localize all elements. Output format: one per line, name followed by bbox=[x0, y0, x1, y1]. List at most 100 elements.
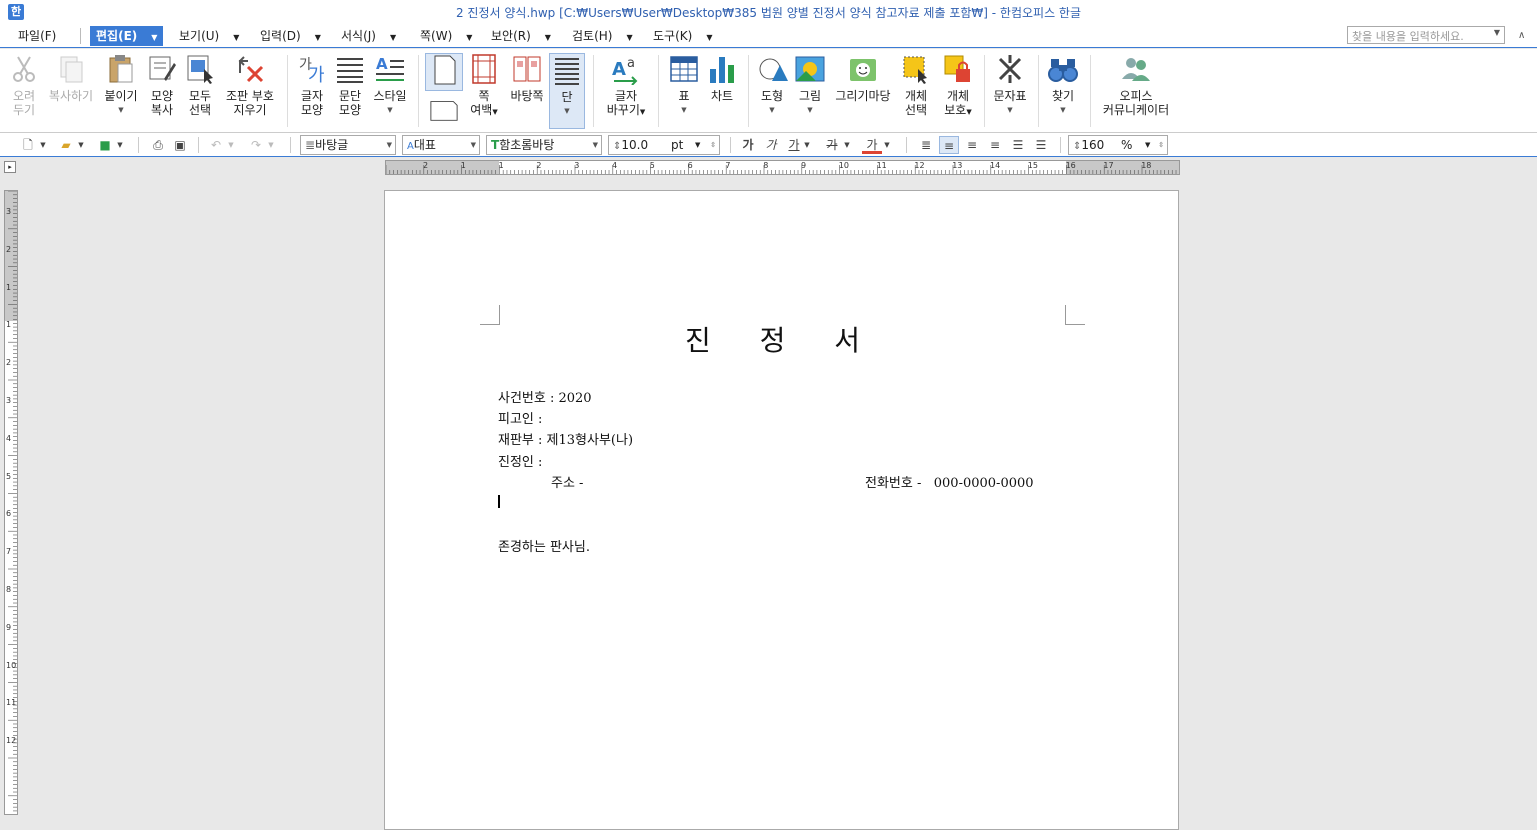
chevron-down-icon[interactable]: ▼ bbox=[101, 103, 141, 117]
align-center-icon[interactable]: ≡ bbox=[962, 136, 982, 154]
draw-yard-button[interactable]: 그리기마당 bbox=[832, 53, 894, 129]
new-document-icon[interactable]: 🗋 bbox=[18, 136, 38, 154]
language-select[interactable]: A대표 ▼ bbox=[402, 135, 480, 155]
char-shape-button[interactable]: 가가 글자 모양 bbox=[294, 53, 330, 129]
chevron-down-icon[interactable]: ▼ bbox=[550, 104, 584, 118]
chevron-down-icon[interactable]: ▼ bbox=[695, 136, 700, 154]
chevron-down-icon[interactable]: ▼ bbox=[1145, 136, 1150, 154]
format-copy-button[interactable]: 모양 복사 bbox=[144, 53, 180, 129]
chevron-down-icon[interactable]: ▼ bbox=[390, 33, 396, 42]
align-distribute-icon[interactable]: ☰ bbox=[1008, 136, 1028, 154]
save-icon[interactable]: ■ bbox=[95, 136, 115, 154]
table-button[interactable]: 표 ▼ bbox=[666, 53, 702, 129]
print-preview-icon[interactable]: ▣ bbox=[170, 136, 190, 154]
document-page[interactable]: 진 정 서 사건번호 : 2020 피고인 : 재판부 : 제13형사부(나) … bbox=[384, 190, 1179, 830]
chevron-down-icon[interactable]: ▼ bbox=[38, 136, 48, 154]
find-button[interactable]: 찾기 ▼ bbox=[1044, 53, 1082, 129]
chevron-down-icon[interactable]: ▼ bbox=[315, 33, 321, 42]
master-page-label: 바탕쪽 bbox=[510, 89, 544, 103]
style-select[interactable]: ≣바탕글 ▼ bbox=[300, 135, 396, 155]
chevron-down-icon[interactable]: ▼ bbox=[151, 33, 157, 42]
chevron-down-icon[interactable]: ▼ bbox=[593, 136, 598, 154]
column-button[interactable]: 단 ▼ bbox=[549, 53, 585, 129]
font-select[interactable]: T함초롬바탕 ▼ bbox=[486, 135, 602, 155]
select-all-button[interactable]: 모두 선택 bbox=[182, 53, 218, 129]
menu-review[interactable]: 검토(H) ▼ bbox=[566, 26, 639, 46]
chevron-down-icon[interactable]: ▼ bbox=[266, 136, 276, 154]
undo-icon[interactable]: ↶ bbox=[206, 136, 226, 154]
chevron-down-icon[interactable]: ▼ bbox=[754, 103, 790, 117]
chevron-down-icon[interactable]: ▼ bbox=[115, 136, 125, 154]
clear-typo-label-2: 지우기 bbox=[233, 103, 267, 117]
chevron-down-icon[interactable]: ▼ bbox=[1494, 28, 1500, 37]
menu-page[interactable]: 쪽(W) ▼ bbox=[414, 26, 478, 46]
menu-edit[interactable]: 편집(E) ▼ bbox=[90, 26, 164, 46]
chevron-down-icon[interactable]: ▼ bbox=[666, 103, 702, 117]
underline-button[interactable]: 가 bbox=[784, 136, 804, 154]
align-left-icon[interactable]: ≡ bbox=[939, 136, 959, 154]
chevron-down-icon[interactable]: ▼ bbox=[545, 33, 551, 42]
open-folder-icon[interactable]: ▰ bbox=[56, 136, 76, 154]
copy-button[interactable]: 복사하기 bbox=[46, 53, 96, 129]
chevron-down-icon[interactable]: ▼ bbox=[990, 103, 1030, 117]
horizontal-ruler[interactable]: 2 1 1 2 3 4 5 6 7 8 9 10 11 12 13 14 15 16 17 18 bbox=[385, 160, 1180, 175]
menu-view[interactable]: 보기(U) ▼ bbox=[173, 26, 245, 46]
print-icon[interactable]: ⎙ bbox=[148, 136, 168, 154]
ribbon-collapse-icon[interactable]: ∧ bbox=[1518, 30, 1525, 41]
style-button[interactable]: A 스타일 ▼ bbox=[370, 53, 410, 129]
chevron-down-icon[interactable]: ▼ bbox=[226, 136, 236, 154]
menu-tools[interactable]: 도구(K) ▼ bbox=[647, 26, 718, 46]
picture-button[interactable]: 그림 ▼ bbox=[792, 53, 828, 129]
page-landscape-button[interactable] bbox=[425, 97, 463, 127]
chevron-down-icon[interactable]: ▼ bbox=[387, 136, 392, 154]
chevron-down-icon[interactable]: ▼ bbox=[370, 103, 410, 117]
italic-button[interactable]: 가 bbox=[761, 136, 781, 154]
chevron-down-icon[interactable]: ▼ bbox=[706, 33, 712, 42]
paste-button[interactable]: 붙이기 ▼ bbox=[101, 53, 141, 129]
menu-security[interactable]: 보안(R) ▼ bbox=[485, 26, 557, 46]
char-replace-button[interactable]: Aa 글자 바꾸기▼ bbox=[604, 53, 648, 129]
chevron-down-icon[interactable]: ▼ bbox=[626, 33, 632, 42]
char-map-button[interactable]: 문자표 ▼ bbox=[990, 53, 1030, 129]
spin-icon[interactable]: ⇳ bbox=[710, 136, 716, 154]
ruler-number: 9 bbox=[6, 622, 12, 632]
master-page-button[interactable]: 바탕쪽 bbox=[506, 53, 548, 129]
chevron-down-icon[interactable]: ▼ bbox=[471, 136, 476, 154]
chevron-down-icon[interactable]: ▼ bbox=[233, 33, 239, 42]
chevron-down-icon[interactable]: ▼ bbox=[842, 136, 852, 154]
menu-file[interactable]: 파일(F) bbox=[12, 26, 62, 46]
font-color-button[interactable]: 가 bbox=[862, 136, 882, 154]
cut-button[interactable]: 오려 두기 bbox=[6, 53, 42, 129]
search-input[interactable]: 찾을 내용을 입력하세요. ▼ bbox=[1347, 26, 1505, 44]
strikethrough-button[interactable]: 가 bbox=[822, 136, 842, 154]
align-right-icon[interactable]: ≡ bbox=[985, 136, 1005, 154]
menu-format[interactable]: 서식(J) ▼ bbox=[335, 26, 402, 46]
align-justify-icon[interactable]: ≣ bbox=[916, 136, 936, 154]
chart-button[interactable]: 차트 bbox=[704, 53, 740, 129]
page-margin-button[interactable]: 쪽 여백▼ bbox=[466, 53, 502, 129]
clear-typo-button[interactable]: 조판 부호 지우기 bbox=[222, 53, 278, 129]
redo-icon[interactable]: ↷ bbox=[246, 136, 266, 154]
chevron-down-icon[interactable]: ▼ bbox=[1044, 103, 1082, 117]
chevron-down-icon[interactable]: ▼ bbox=[802, 136, 812, 154]
object-protect-button[interactable]: 개체 보호▼ bbox=[938, 53, 978, 129]
object-select-button[interactable]: 개체 선택 bbox=[898, 53, 934, 129]
para-shape-button[interactable]: 문단 모양 bbox=[332, 53, 368, 129]
spin-icon[interactable]: ⇳ bbox=[1158, 136, 1164, 154]
chevron-down-icon[interactable]: ▼ bbox=[466, 33, 472, 42]
ruler-toggle-icon[interactable]: ▸ bbox=[4, 161, 16, 173]
menu-insert[interactable]: 입력(D) ▼ bbox=[254, 26, 327, 46]
font-size-input[interactable]: ⇕10.0 pt ▼ ⇳ bbox=[608, 135, 720, 155]
vertical-ruler[interactable]: 3 2 1 1 2 3 4 5 6 7 8 9 10 11 12 bbox=[4, 190, 18, 815]
communicator-button[interactable]: 오피스 커뮤니케이터 bbox=[1098, 53, 1174, 129]
chevron-down-icon[interactable]: ▼ bbox=[76, 136, 86, 154]
line-spacing-input[interactable]: ⇕160% ▼ ⇳ bbox=[1068, 135, 1168, 155]
chevron-down-icon[interactable]: ▼ bbox=[882, 136, 892, 154]
shape-button[interactable]: 도형 ▼ bbox=[754, 53, 790, 129]
ruler-number: 3 bbox=[6, 207, 12, 216]
menu-insert-label: 입력(D) bbox=[260, 29, 301, 43]
page-portrait-button[interactable] bbox=[425, 53, 463, 91]
chevron-down-icon[interactable]: ▼ bbox=[792, 103, 828, 117]
bold-button[interactable]: 가 bbox=[738, 136, 758, 154]
align-split-icon[interactable]: ☰ bbox=[1031, 136, 1051, 154]
